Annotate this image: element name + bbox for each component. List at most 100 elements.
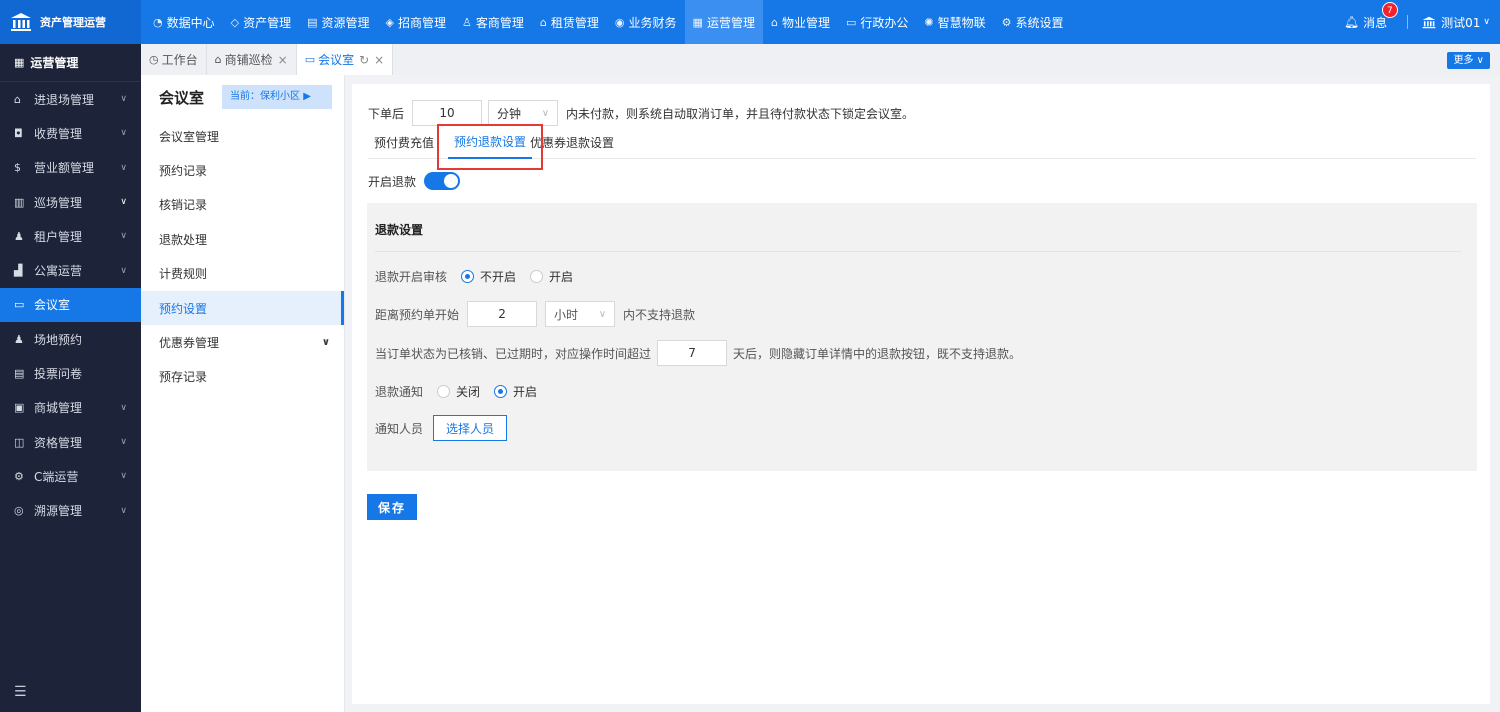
- radio-dot: [461, 270, 475, 283]
- divider: [375, 251, 1461, 252]
- sidebar-item-trace[interactable]: ◎ 溯源管理 ∨: [0, 494, 141, 528]
- audit-on-radio[interactable]: 开启: [530, 268, 573, 285]
- refund-toggle-switch[interactable]: [424, 172, 461, 190]
- sidebar-item-c-operation[interactable]: ⚙ C端运营 ∨: [0, 459, 141, 493]
- gear-icon: ⚙: [14, 469, 24, 483]
- chevron-down-icon: ∨: [120, 402, 127, 413]
- tab-shop-inspection[interactable]: ⌂ 商铺巡检 ×: [207, 44, 297, 75]
- order-timeout-unit-select[interactable]: 分钟 ∨: [488, 100, 559, 126]
- sub-item-booking-records[interactable]: 预约记录: [141, 153, 344, 187]
- topnav-office[interactable]: ▭ 行政办公: [838, 0, 916, 44]
- refund-notify-row: 退款通知 关闭 开启: [375, 383, 538, 400]
- tab-prepaid-recharge[interactable]: 预付费充值: [368, 126, 440, 159]
- sub-item-room-management[interactable]: 会议室管理: [141, 119, 344, 153]
- sidebar-item-voting[interactable]: ▤ 投票问卷: [0, 356, 141, 390]
- page-tabs: ◷ 工作台 ⌂ 商铺巡检 × ▭ 会议室 ↻ × 更多 ∨: [141, 44, 1500, 75]
- chevron-down-icon: ∨: [120, 505, 127, 516]
- sidebar-item-meeting-room[interactable]: ▭ 会议室: [0, 287, 141, 323]
- refund-settings-section: 退款设置 退款开启审核 不开启 开启 距离预约单开始 2 小时 ∨ 内不支持退款…: [367, 203, 1477, 471]
- bell-icon: 🔔︎: [1343, 15, 1360, 29]
- sub-item-booking-settings[interactable]: 预约设置: [141, 290, 344, 326]
- sub-item-prepaid-records[interactable]: 预存记录: [141, 360, 344, 394]
- chevron-down-icon: ∨: [120, 94, 127, 105]
- home-icon: ⌂: [14, 92, 21, 106]
- topnav-property[interactable]: ⌂ 物业管理: [763, 0, 838, 44]
- topnav-lease[interactable]: ⌂ 租赁管理: [532, 0, 607, 44]
- audit-off-radio[interactable]: 不开启: [461, 268, 516, 285]
- sidebar: ▦ 运营管理 ⌂ 进退场管理 ∨ ◘ 收费管理 ∨ $ 营业额管理 ∨ ▥ 巡场管理 ∨ ♟ 租户…: [0, 44, 141, 712]
- sidebar-item-apartment[interactable]: ▟ 公寓运营 ∨: [0, 253, 141, 287]
- notify-off-radio[interactable]: 关闭: [437, 383, 480, 400]
- chevron-down-icon: ∨: [120, 128, 127, 139]
- sub-menu-header: 会议室 当前：保利小区 ▶: [141, 75, 344, 119]
- grid-icon: ▦: [692, 15, 703, 29]
- sub-item-refund-processing[interactable]: 退款处理: [141, 222, 344, 256]
- collapse-menu-icon[interactable]: ☰: [14, 684, 27, 700]
- topnav-data-center[interactable]: ◔ 数据中心: [145, 0, 223, 44]
- chevron-down-icon: ∨: [120, 471, 127, 482]
- message-button[interactable]: 🔔︎ 消息 7: [1343, 1, 1398, 31]
- topnav-merchant[interactable]: ♙ 客商管理: [454, 0, 532, 44]
- sidebar-item-entry-exit[interactable]: ⌂ 进退场管理 ∨: [0, 82, 141, 116]
- topnav-resource[interactable]: ▤ 资源管理: [299, 0, 377, 44]
- no-refund-window-row: 距离预约单开始 2 小时 ∨ 内不支持退款: [375, 301, 695, 327]
- more-tabs-button[interactable]: 更多 ∨: [1447, 52, 1490, 69]
- top-nav: ◔ 数据中心 ◇ 资产管理 ▤ 资源管理 ◈ 招商管理 ♙ 客商管理 ⌂ 租赁管理 ◉ 业务财…: [145, 0, 1072, 44]
- user-menu[interactable]: 测试01 ∨: [1422, 14, 1490, 31]
- topnav-iot[interactable]: ✺ 智慧物联: [916, 0, 993, 44]
- notify-person-row: 通知人员 选择人员: [375, 415, 508, 441]
- refresh-icon[interactable]: ↻: [359, 53, 369, 67]
- close-icon[interactable]: ×: [374, 53, 384, 67]
- top-right: 🔔︎ 消息 7 测试01 ∨: [1344, 0, 1490, 44]
- map-icon: ▥: [14, 195, 25, 209]
- bank-icon: [11, 13, 31, 31]
- home-icon: ⌂: [539, 15, 547, 29]
- topnav-operation[interactable]: ▦ 运营管理: [684, 0, 763, 44]
- topnav-finance[interactable]: ◉ 业务财务: [607, 0, 685, 44]
- tab-workbench[interactable]: ◷ 工作台: [141, 44, 207, 75]
- notify-on-radio[interactable]: 开启: [494, 383, 537, 400]
- sidebar-item-revenue[interactable]: $ 营业额管理 ∨: [0, 151, 141, 185]
- no-refund-unit-select[interactable]: 小时 ∨: [545, 301, 616, 327]
- coin-icon: ◉: [614, 15, 625, 29]
- sub-item-coupon-management[interactable]: 优惠券管理 ∨: [141, 325, 344, 359]
- sidebar-item-tenant[interactable]: ♟ 租户管理 ∨: [0, 219, 141, 253]
- sidebar-item-qualification[interactable]: ◫ 资格管理 ∨: [0, 425, 141, 459]
- toggle-knob: [444, 174, 459, 188]
- hide-refund-days-input[interactable]: 7: [657, 340, 728, 366]
- close-icon[interactable]: ×: [278, 53, 288, 67]
- order-timeout-input[interactable]: 10: [412, 100, 483, 126]
- hide-refund-row: 当订单状态为已核销、已过期时，对应操作时间超过 7 天后，则隐藏订单详情中的退款…: [375, 340, 1021, 366]
- sidebar-item-patrol[interactable]: ▥ 巡场管理 ∨: [0, 185, 141, 219]
- topnav-investment[interactable]: ◈ 招商管理: [378, 0, 454, 44]
- target-icon: ◎: [14, 504, 24, 518]
- chevron-down-icon: ∨: [321, 337, 330, 349]
- tag-icon: ◈: [385, 15, 394, 29]
- current-community-selector[interactable]: 当前：保利小区 ▶: [222, 85, 333, 109]
- highlight-box: [437, 124, 543, 170]
- sub-item-writeoff-records[interactable]: 核销记录: [141, 188, 344, 222]
- radio-dot: [437, 385, 451, 398]
- top-bar: 资产管理运营 ◔ 数据中心 ◇ 资产管理 ▤ 资源管理 ◈ 招商管理 ♙ 客商管理 ⌂ 租赁…: [0, 0, 1500, 44]
- sidebar-item-mall[interactable]: ▣ 商城管理 ∨: [0, 391, 141, 425]
- chevron-down-icon: ∨: [1483, 17, 1490, 27]
- chevron-down-icon: ∨: [1476, 55, 1484, 66]
- topnav-settings[interactable]: ⚙ 系统设置: [994, 0, 1072, 44]
- save-button[interactable]: 保存: [367, 494, 417, 520]
- no-refund-hours-input[interactable]: 2: [467, 301, 538, 327]
- app-logo[interactable]: 资产管理运营: [0, 0, 141, 44]
- sidebar-item-venue-booking[interactable]: ♟ 场地预约: [0, 322, 141, 356]
- list-icon: ▤: [14, 367, 25, 381]
- dollar-icon: $: [14, 161, 21, 175]
- screen-icon: ▭: [304, 53, 316, 66]
- tab-meeting-room[interactable]: ▭ 会议室 ↻ ×: [296, 44, 394, 75]
- dashboard-icon: ◷: [149, 53, 159, 66]
- sidebar-item-fees[interactable]: ◘ 收费管理 ∨: [0, 116, 141, 150]
- person-icon: ♟: [14, 332, 24, 346]
- sub-item-billing-rules[interactable]: 计费规则: [141, 257, 344, 291]
- message-count-badge: 7: [1381, 1, 1398, 18]
- topnav-asset[interactable]: ◇ 资产管理: [223, 0, 299, 44]
- select-person-button[interactable]: 选择人员: [433, 415, 508, 441]
- chevron-down-icon: ∨: [120, 265, 127, 276]
- chevron-down-icon: ∨: [120, 231, 127, 242]
